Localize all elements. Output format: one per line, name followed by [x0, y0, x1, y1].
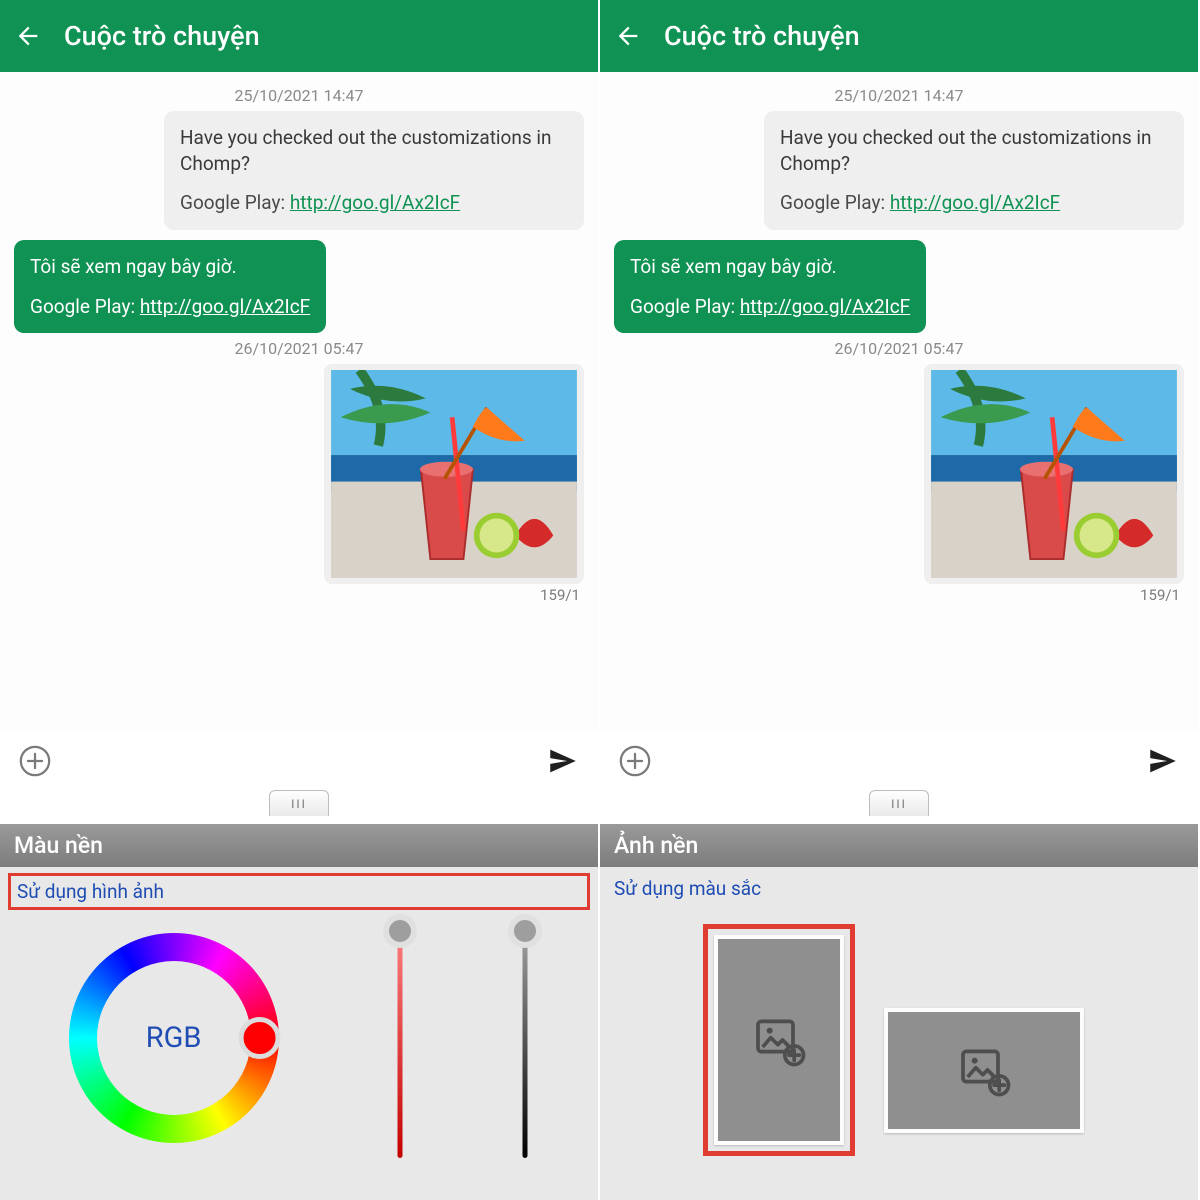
timestamp: 25/10/2021 14:47: [14, 86, 584, 105]
char-counter: 159/1: [614, 586, 1184, 604]
add-image-icon: [956, 1042, 1012, 1098]
google-play-label: Google Play:: [180, 191, 290, 214]
panel-title: Màu nền: [0, 824, 598, 867]
google-play-label: Google Play:: [630, 295, 740, 318]
google-play-label: Google Play:: [30, 295, 140, 318]
outgoing-message[interactable]: Tôi sẽ xem ngay bây giờ. Google Play: ht…: [14, 240, 326, 333]
screenshot-left: Cuộc trò chuyện 25/10/2021 14:47 Have yo…: [0, 0, 600, 1200]
use-color-link[interactable]: Sử dụng màu sắc: [600, 867, 1198, 910]
message-link[interactable]: http://goo.gl/Ax2IcF: [290, 191, 460, 214]
brightness-slider[interactable]: [521, 918, 529, 1158]
compose-bar: [600, 732, 1198, 790]
slider-thumb[interactable]: [383, 914, 417, 948]
chat-area: 25/10/2021 14:47 Have you checked out th…: [600, 72, 1198, 732]
message-link[interactable]: http://goo.gl/Ax2IcF: [140, 295, 310, 318]
portrait-image-slot[interactable]: [714, 935, 844, 1145]
image-message[interactable]: [324, 364, 584, 584]
color-wheel[interactable]: RGB: [69, 933, 279, 1143]
attach-icon[interactable]: [618, 744, 652, 778]
saturation-slider[interactable]: [396, 918, 404, 1158]
header-title: Cuộc trò chuyện: [64, 20, 260, 52]
send-icon[interactable]: [1146, 744, 1180, 778]
incoming-message[interactable]: Have you checked out the customizations …: [164, 111, 584, 230]
beach-photo: [330, 370, 578, 578]
timestamp: 26/10/2021 05:47: [614, 339, 1184, 358]
app-header: Cuộc trò chuyện: [600, 0, 1198, 72]
back-icon[interactable]: [614, 22, 642, 50]
app-header: Cuộc trò chuyện: [0, 0, 598, 72]
screenshot-right: Cuộc trò chuyện 25/10/2021 14:47 Have yo…: [600, 0, 1200, 1200]
beach-photo: [930, 370, 1178, 578]
chat-area: 25/10/2021 14:47 Have you checked out th…: [0, 72, 598, 732]
drawer-handle[interactable]: III: [269, 790, 329, 816]
message-text: Have you checked out the customizations …: [180, 125, 568, 176]
slider-thumb[interactable]: [508, 914, 542, 948]
outgoing-message[interactable]: Tôi sẽ xem ngay bây giờ. Google Play: ht…: [614, 240, 926, 333]
hue-knob[interactable]: [238, 1017, 280, 1059]
attach-icon[interactable]: [18, 744, 52, 778]
background-image-panel: Ảnh nền Sử dụng màu sắc: [600, 824, 1198, 1200]
back-icon[interactable]: [14, 22, 42, 50]
message-text: Tôi sẽ xem ngay bây giờ.: [630, 254, 910, 280]
message-text: Have you checked out the customizations …: [780, 125, 1168, 176]
header-title: Cuộc trò chuyện: [664, 20, 860, 52]
panel-title: Ảnh nền: [600, 824, 1198, 867]
message-link[interactable]: http://goo.gl/Ax2IcF: [740, 295, 910, 318]
message-link[interactable]: http://goo.gl/Ax2IcF: [890, 191, 1060, 214]
background-color-panel: Màu nền Sử dụng hình ảnh RGB: [0, 824, 598, 1200]
char-counter: 159/1: [14, 586, 584, 604]
add-image-icon: [751, 1012, 807, 1068]
landscape-image-slot[interactable]: [884, 1008, 1084, 1133]
image-message[interactable]: [924, 364, 1184, 584]
google-play-label: Google Play:: [780, 191, 890, 214]
drawer-handle[interactable]: III: [869, 790, 929, 816]
timestamp: 25/10/2021 14:47: [614, 86, 1184, 105]
send-icon[interactable]: [546, 744, 580, 778]
compose-bar: [0, 732, 598, 790]
timestamp: 26/10/2021 05:47: [14, 339, 584, 358]
use-image-link[interactable]: Sử dụng hình ảnh: [8, 873, 590, 910]
incoming-message[interactable]: Have you checked out the customizations …: [764, 111, 1184, 230]
message-text: Tôi sẽ xem ngay bây giờ.: [30, 254, 310, 280]
